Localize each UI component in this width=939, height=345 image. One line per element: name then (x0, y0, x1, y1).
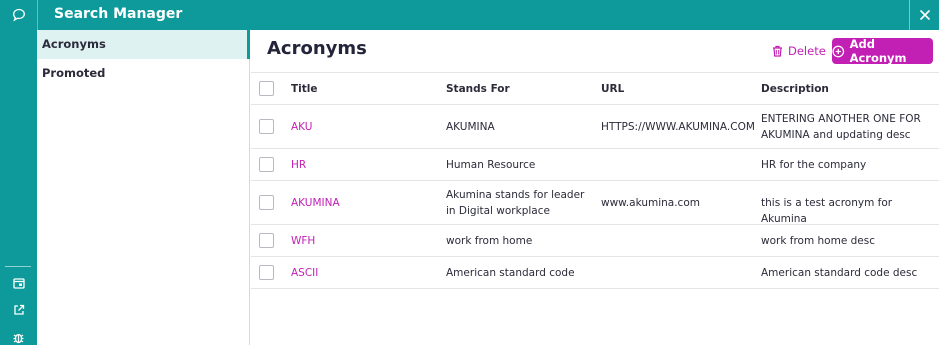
row-title-link[interactable]: AKU (291, 119, 312, 135)
row-checkbox[interactable] (259, 233, 274, 248)
row-stands-for: AKUMINA (446, 121, 495, 133)
column-header-description: Description (761, 83, 829, 95)
sidebar-item-acronyms[interactable]: Acronyms (37, 30, 250, 59)
table-row[interactable]: AKU AKUMINA HTTPS://WWW.AKUMINA.COM ENTE… (251, 105, 939, 149)
left-rail (0, 0, 37, 345)
column-header-url: URL (601, 83, 625, 95)
column-header-stands-for: Stands For (446, 83, 510, 95)
page-title: Acronyms (267, 38, 367, 59)
row-stands-for: Human Resource (446, 159, 536, 171)
row-checkbox[interactable] (259, 119, 274, 134)
app-header: Search Manager (37, 0, 939, 30)
table-row[interactable]: ASCII American standard code American st… (251, 257, 939, 289)
select-all-checkbox[interactable] (259, 81, 274, 96)
row-title-link[interactable]: HR (291, 157, 306, 173)
side-nav: Acronyms Promoted (37, 30, 250, 345)
delete-button[interactable]: Delete (772, 41, 826, 61)
trash-icon (773, 45, 782, 57)
row-url: HTTPS://WWW.AKUMINA.COM (601, 121, 755, 133)
row-description: ENTERING ANOTHER ONE FOR AKUMINA and upd… (761, 113, 921, 141)
row-title-link[interactable]: ASCII (291, 265, 318, 281)
row-checkbox[interactable] (259, 195, 274, 210)
add-acronym-button[interactable]: Add Acronym (832, 37, 933, 65)
table-row[interactable]: HR Human Resource HR for the company (251, 149, 939, 181)
table-header-row: Title Stands For URL Description (251, 72, 939, 105)
rail-divider (5, 266, 31, 267)
add-acronym-label: Add Acronym (849, 37, 907, 65)
row-stands-for: work from home (446, 235, 533, 247)
row-checkbox[interactable] (259, 265, 274, 280)
row-description: American standard code desc (761, 267, 918, 279)
row-title-link[interactable]: WFH (291, 233, 315, 249)
chat-bubble-icon[interactable] (0, 0, 37, 30)
row-stands-for: American standard code (446, 267, 575, 279)
close-icon (919, 9, 930, 21)
close-button[interactable] (909, 0, 939, 30)
external-link-icon[interactable] (0, 299, 37, 321)
table-row[interactable]: WFH work from home work from home desc (251, 225, 939, 257)
delete-label: Delete (788, 44, 826, 58)
calendar-icon[interactable] (0, 272, 37, 294)
sidebar-item-promoted[interactable]: Promoted (37, 59, 250, 88)
row-stands-for: Akumina stands for leader in Digital wor… (446, 189, 585, 217)
row-description: work from home desc (761, 235, 875, 247)
plus-circle-icon (832, 45, 845, 57)
column-header-title: Title (291, 83, 318, 95)
row-checkbox[interactable] (259, 157, 274, 172)
app-title: Search Manager (54, 6, 183, 22)
row-description: HR for the company (761, 159, 867, 171)
row-title-link[interactable]: AKUMINA (291, 195, 340, 211)
table-row[interactable]: AKUMINA Akumina stands for leader in Dig… (251, 181, 939, 225)
bug-icon[interactable] (0, 326, 37, 345)
main-panel: Acronyms Delete Add Acronym Title Stands… (251, 30, 939, 345)
row-description: this is a test acronym for Akumina (761, 197, 893, 225)
row-url: www.akumina.com (601, 197, 700, 209)
